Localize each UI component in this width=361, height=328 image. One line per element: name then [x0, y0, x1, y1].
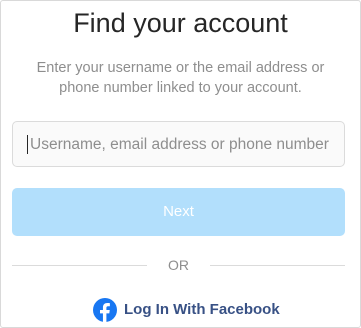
page-subtitle: Enter your username or the email address…	[36, 60, 325, 96]
or-divider: OR	[12, 255, 345, 275]
facebook-login-label: Log In With Facebook	[124, 301, 280, 318]
next-button[interactable]: Next	[12, 188, 345, 236]
page-title: Find your account	[73, 8, 288, 38]
text-caret	[27, 135, 28, 154]
facebook-icon	[93, 298, 117, 322]
identifier-field[interactable]: Username, email address or phone number	[12, 121, 345, 167]
divider-line-right	[210, 265, 345, 266]
facebook-login-link[interactable]: Log In With Facebook	[93, 297, 280, 323]
identifier-placeholder: Username, email address or phone number	[30, 136, 329, 153]
